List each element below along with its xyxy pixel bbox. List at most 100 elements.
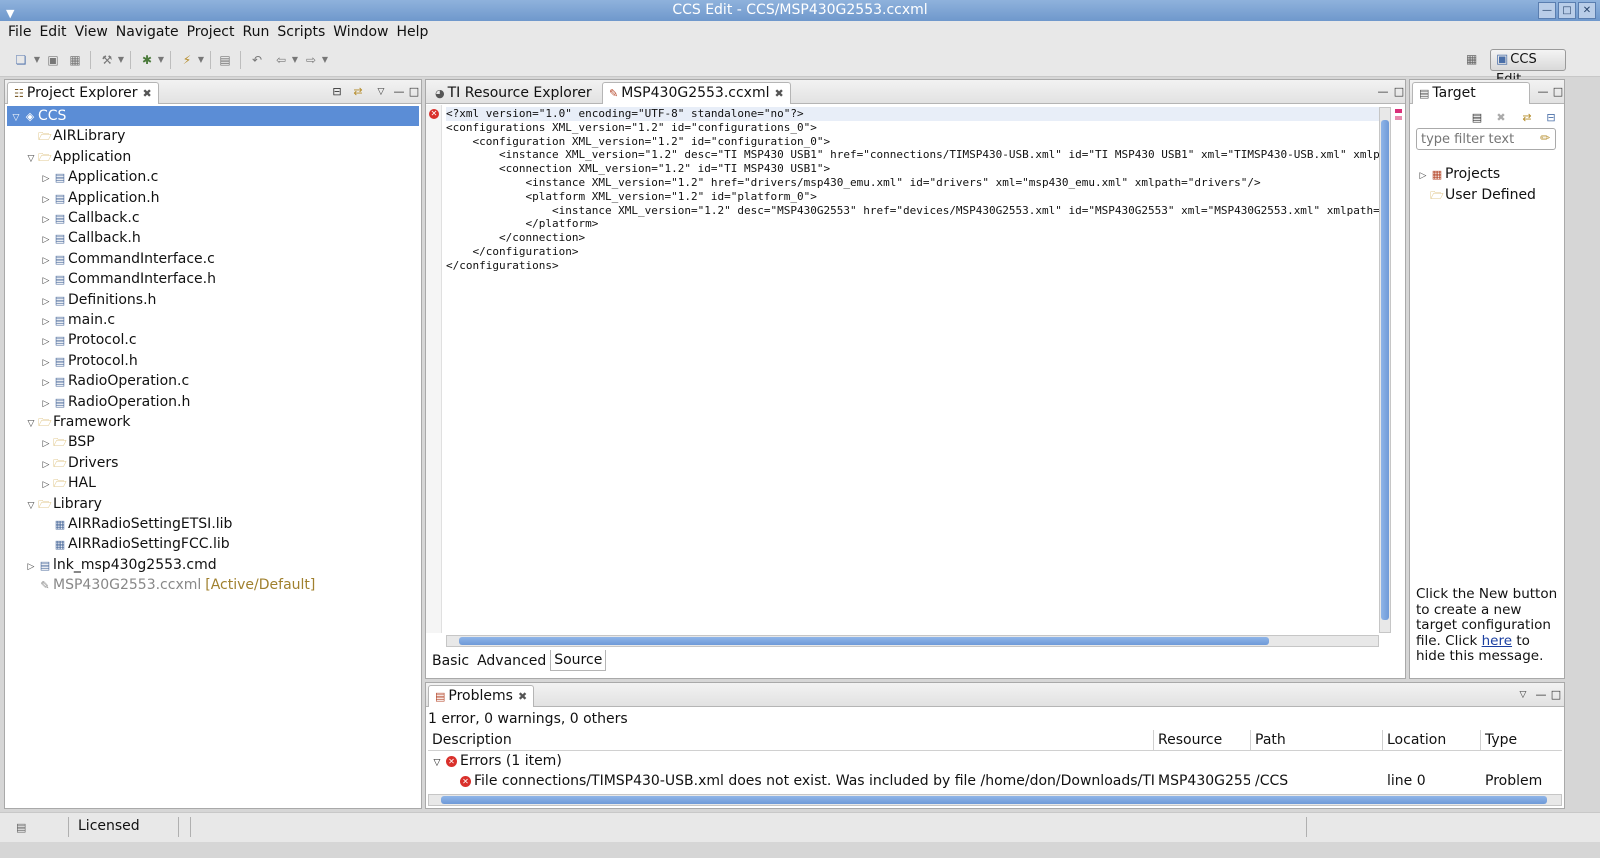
tree-item[interactable]: ▽ 🗁Application — [24, 147, 132, 169]
fast-view-icon[interactable]: ▤ — [16, 821, 26, 834]
menu-file[interactable]: File — [4, 24, 35, 40]
minimize-view-icon[interactable]: — — [392, 85, 406, 99]
delete-icon[interactable]: ✖ — [1494, 111, 1508, 125]
maximize-view-icon[interactable]: □ — [407, 85, 421, 99]
collapsed-arrow-icon[interactable]: ▷ — [39, 190, 53, 210]
link-icon[interactable]: ⇄ — [1520, 111, 1534, 125]
menu-run[interactable]: Run — [239, 24, 274, 40]
menu-view[interactable]: View — [71, 24, 112, 40]
filter-input[interactable] — [1416, 128, 1556, 150]
expand-arrow-icon[interactable]: ▽ — [428, 753, 446, 771]
collapsed-arrow-icon[interactable]: ▷ — [39, 230, 53, 250]
tree-item[interactable]: ▽ ◈ CCS — [7, 106, 419, 126]
code-line[interactable]: <configurations XML_version="1.2" id="co… — [446, 121, 1379, 135]
collapsed-arrow-icon[interactable]: ▷ — [39, 332, 53, 352]
maximize-view-icon[interactable]: □ — [1392, 85, 1406, 99]
tab-basic[interactable]: Basic — [428, 650, 473, 671]
tree-item[interactable]: ▷ ▤ Definitions.h — [39, 290, 157, 310]
debug-dropdown-icon[interactable]: ▼ — [152, 52, 170, 68]
expanded-arrow-icon[interactable]: ▽ — [24, 414, 38, 434]
table-row[interactable]: ✕ File connections/TIMSP430-USB.xml does … — [460, 771, 1154, 791]
tree-item[interactable]: ▷ ▤ RadioOperation.c — [39, 371, 190, 393]
view-menu-icon[interactable]: ▽ — [374, 85, 388, 99]
collapsed-arrow-icon[interactable]: ▷ — [39, 373, 53, 393]
tree-item[interactable]: ▷ ▤ lnk_msp430g2553.cmd — [24, 555, 217, 575]
tree-item[interactable]: ✎ MSP430G2553.ccxml [Active/Default] — [24, 575, 315, 595]
menu-scripts[interactable]: Scripts — [273, 24, 329, 40]
maximize-view-icon[interactable]: □ — [1549, 688, 1563, 702]
collapsed-arrow-icon[interactable]: ▷ — [39, 455, 53, 475]
tree-item[interactable]: ▷ ▤ Callback.h — [39, 228, 141, 248]
tree-item[interactable]: 🗁AIRLibrary — [24, 126, 125, 146]
tree-item[interactable]: ▷ 🗁BSP — [39, 432, 95, 452]
menu-navigate[interactable]: Navigate — [112, 24, 183, 40]
tree-item[interactable]: ▷ ▤ CommandInterface.h — [39, 269, 216, 289]
tree-item[interactable]: ▷ ▤ Protocol.h — [39, 351, 138, 371]
code-line[interactable]: </configurations> — [446, 259, 1379, 273]
code-line[interactable]: <configuration XML_version="1.2" id="con… — [446, 135, 1379, 149]
tree-item[interactable]: ▷ ▤ RadioOperation.h — [39, 392, 191, 414]
tab-problems[interactable]: ▤ Problems ✖ — [428, 685, 535, 707]
collapsed-arrow-icon[interactable]: ▷ — [39, 394, 53, 414]
expanded-arrow-icon[interactable]: ▽ — [9, 108, 23, 128]
editor-vertical-scrollbar[interactable] — [1379, 107, 1391, 633]
open-perspective-icon[interactable]: ▦ — [1466, 52, 1482, 68]
menu-project[interactable]: Project — [183, 24, 239, 40]
last-edit-icon[interactable]: ↶ — [248, 52, 266, 68]
view-menu-icon[interactable]: ▽ — [1516, 688, 1530, 702]
tree-item[interactable]: ▷ ▤ CommandInterface.c — [39, 249, 215, 269]
collapsed-arrow-icon[interactable]: ▷ — [39, 475, 53, 495]
xml-source-code[interactable]: <?xml version="1.0" encoding="UTF-8" sta… — [446, 107, 1379, 633]
hide-message-link[interactable]: here — [1482, 633, 1512, 649]
collapsed-arrow-icon[interactable]: ▷ — [1416, 166, 1430, 186]
tree-item[interactable]: ▷ ▤ Protocol.c — [39, 330, 137, 350]
errors-group-row[interactable]: ▽ ✕ Errors (1 item) — [428, 751, 1154, 771]
code-line[interactable]: <platform XML_version="1.2" id="platform… — [446, 190, 1379, 204]
menu-window[interactable]: Window — [329, 24, 392, 40]
code-line[interactable]: <?xml version="1.0" encoding="UTF-8" sta… — [446, 107, 1379, 121]
minimize-view-icon[interactable]: — — [1376, 85, 1390, 99]
code-line[interactable]: <instance XML_version="1.2" desc="TI MSP… — [446, 148, 1379, 162]
tab-ti-resource-explorer[interactable]: ◕ TI Resource Explorer — [428, 82, 599, 104]
tree-item[interactable]: ▷ ▤ Application.c — [39, 167, 159, 189]
tree-item[interactable]: ▷ ▤ main.c — [39, 310, 116, 330]
maximize-view-icon[interactable]: □ — [1551, 85, 1565, 99]
tree-item[interactable]: ▷ 🗁HAL — [39, 473, 96, 493]
save-all-icon[interactable]: ▦ — [66, 52, 84, 68]
tree-item[interactable]: ▽ 🗁Framework — [24, 412, 131, 432]
tab-advanced[interactable]: Advanced — [473, 650, 550, 671]
column-header-path[interactable]: Path — [1251, 730, 1383, 750]
code-line[interactable]: </configuration> — [446, 245, 1379, 259]
tab-project-explorer[interactable]: ☷ Project Explorer ✖ — [7, 82, 159, 104]
annotation-overview-mark[interactable] — [1395, 116, 1402, 120]
expanded-arrow-icon[interactable]: ▽ — [24, 149, 38, 169]
new-target-config-icon[interactable]: ▤ — [1470, 111, 1484, 125]
collapsed-arrow-icon[interactable]: ▷ — [39, 169, 53, 189]
toggle-icon[interactable]: ▤ — [216, 52, 234, 68]
tree-item[interactable]: ▦ AIRRadioSettingETSI.lib — [39, 514, 233, 534]
column-header-type[interactable]: Type — [1481, 730, 1564, 750]
error-marker-icon[interactable]: ✕ — [429, 109, 439, 119]
tree-item[interactable]: ▽ 🗁Library — [24, 494, 102, 514]
close-icon[interactable]: ✖ — [143, 87, 152, 100]
code-line[interactable]: <connection XML_version="1.2" id="TI MSP… — [446, 162, 1379, 176]
minimize-view-icon[interactable]: — — [1534, 688, 1548, 702]
minimize-view-icon[interactable]: — — [1536, 85, 1550, 99]
column-header-description[interactable]: Description — [428, 730, 1154, 750]
close-icon[interactable]: ✕ — [1578, 2, 1596, 19]
column-header-resource[interactable]: Resource — [1154, 730, 1251, 750]
save-icon[interactable]: ▣ — [44, 52, 62, 68]
problems-horizontal-scrollbar[interactable] — [428, 794, 1562, 806]
editor-horizontal-scrollbar[interactable] — [446, 635, 1379, 647]
tab-msp430g2553-ccxml[interactable]: ✎ MSP430G2553.ccxml ✖ — [602, 82, 791, 104]
perspective-ccs-edit-button[interactable]: ▣CCS Edit — [1490, 49, 1566, 87]
error-overview-mark[interactable] — [1395, 109, 1402, 113]
tab-target-configurations[interactable]: ▤Target Confi... — [1412, 82, 1530, 104]
clear-filter-icon[interactable]: ✏ — [1540, 131, 1550, 145]
tree-item[interactable]: ▷ ▤ Application.h — [39, 188, 160, 208]
flash-dropdown-icon[interactable]: ▼ — [192, 52, 210, 68]
link-with-editor-icon[interactable]: ⇄ — [351, 85, 365, 99]
close-icon[interactable]: ✖ — [518, 690, 527, 703]
collapse-all-icon[interactable]: ⊟ — [1544, 111, 1558, 125]
minimize-icon[interactable]: — — [1538, 2, 1556, 19]
